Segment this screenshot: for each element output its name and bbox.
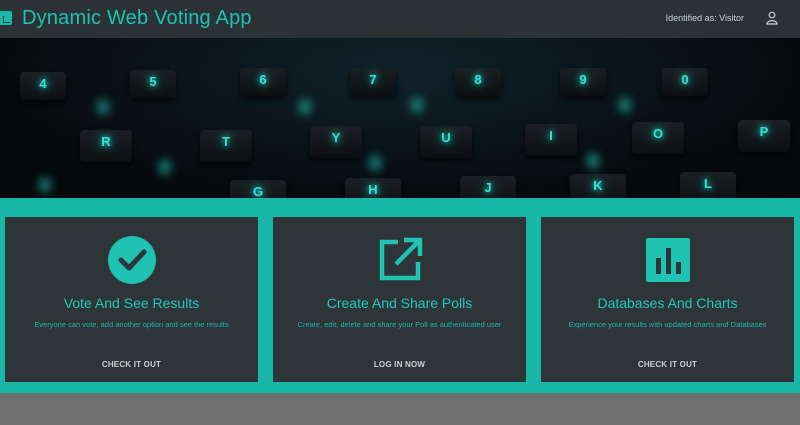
card-title: Databases And Charts [597, 295, 738, 311]
keycap: G [230, 180, 286, 198]
check-circle-icon [107, 236, 156, 284]
keycap: L [680, 172, 736, 198]
backlight-glow [98, 100, 108, 114]
navbar: Dynamic Web Voting App Identified as: Vi… [0, 0, 800, 38]
keycap: Y [310, 126, 362, 158]
bar-chart-icon [645, 238, 690, 282]
backlight-glow [588, 154, 598, 168]
user-icon[interactable] [766, 11, 778, 25]
backlight-glow [300, 100, 310, 114]
backlight-glow [370, 156, 380, 170]
keycap: P [738, 120, 790, 152]
backlight-glow [160, 160, 170, 174]
external-link-icon [379, 237, 422, 281]
keycap: 6 [240, 68, 286, 96]
feature-card-charts: Databases And Charts Experience your res… [541, 217, 794, 382]
keycap: K [570, 174, 626, 198]
card-title: Vote And See Results [63, 295, 200, 311]
hero-keyboard-image: 4 5 6 7 8 9 0 R T Y U I O P G H J K L [0, 38, 800, 198]
keycap: 5 [130, 70, 176, 98]
log-in-button[interactable]: LOG IN NOW [273, 360, 526, 369]
feature-card-vote: Vote And See Results Everyone can vote, … [5, 217, 258, 382]
keycap: 8 [455, 68, 501, 96]
brand-logo-icon[interactable] [0, 11, 12, 25]
feature-card-create: Create And Share Polls Create, edit, del… [273, 217, 526, 382]
keycap: 0 [662, 68, 708, 96]
keycap: 4 [20, 72, 66, 100]
keycap: U [420, 126, 472, 158]
backlight-glow [412, 98, 422, 112]
keycap: 7 [350, 68, 396, 96]
identity-label: Identified as: Visitor [665, 13, 744, 23]
backlight-glow [620, 98, 630, 112]
keycap: O [632, 122, 684, 154]
keycap: T [200, 130, 252, 162]
keycap: I [525, 124, 577, 156]
card-description: Create, edit, delete and share your Poll… [297, 320, 502, 329]
keycap: R [80, 130, 132, 162]
check-it-out-button[interactable]: CHECK IT OUT [5, 360, 258, 369]
app-title[interactable]: Dynamic Web Voting App [22, 7, 252, 30]
card-description: Experience your results with updated cha… [568, 320, 767, 329]
footer-strip [0, 393, 800, 425]
card-description: Everyone can vote, add another option an… [34, 320, 229, 329]
backlight-glow [40, 178, 50, 192]
keycap: J [460, 176, 516, 198]
keycap: H [345, 178, 401, 198]
keycap: 9 [560, 68, 606, 96]
check-it-out-button[interactable]: CHECK IT OUT [541, 360, 794, 369]
card-title: Create And Share Polls [326, 295, 473, 311]
